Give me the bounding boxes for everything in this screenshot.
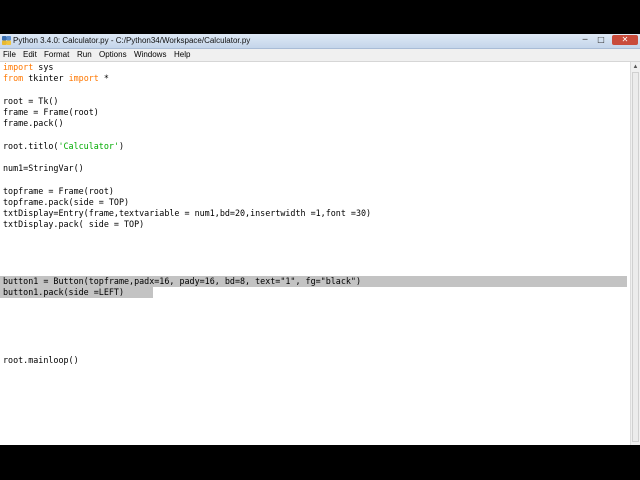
code-line: frame = Frame(root) [3, 107, 99, 117]
code-editor[interactable]: import sys from tkinter import * root = … [0, 62, 630, 445]
code-token: root.titlo( [3, 141, 59, 151]
idle-editor-window: Python 3.4.0: Calculator.py - C:/Python3… [0, 34, 640, 445]
maximize-button[interactable]: □ [594, 35, 608, 45]
menu-format[interactable]: Format [44, 49, 69, 61]
vertical-scrollbar[interactable]: ▲ [630, 62, 640, 445]
keyword-token: from [3, 73, 24, 83]
string-token: 'Calculator' [58, 141, 119, 151]
menu-run[interactable]: Run [77, 49, 92, 61]
code-line: txtDisplay=Entry(frame,textvariable = nu… [3, 208, 372, 218]
code-line: topframe = Frame(root) [3, 186, 114, 196]
code-line-selected: button1.pack(side =LEFT) [3, 287, 125, 297]
code-token: tkinter [23, 73, 69, 83]
python-app-icon [2, 36, 11, 45]
code-line: topframe.pack(side = TOP) [3, 197, 130, 207]
code-token: * [98, 73, 109, 83]
menu-file[interactable]: File [3, 49, 16, 61]
code-line: frame.pack() [3, 118, 64, 128]
title-bar[interactable]: Python 3.4.0: Calculator.py - C:/Python3… [0, 34, 640, 49]
code-line: root.mainloop() [3, 355, 79, 365]
code-line-selected: button1 = Button(topframe,padx=16, pady=… [3, 276, 361, 286]
code-token: sys [33, 62, 54, 72]
code-line: root = Tk() [3, 96, 59, 106]
close-button[interactable]: ✕ [612, 35, 638, 45]
minimize-button[interactable]: ─ [578, 35, 592, 45]
code-line: txtDisplay.pack( side = TOP) [3, 219, 145, 229]
keyword-token: import [3, 62, 34, 72]
code-line: from tkinter import * [3, 73, 109, 84]
scroll-up-arrow-icon[interactable]: ▲ [631, 63, 640, 71]
window-title: Python 3.4.0: Calculator.py - C:/Python3… [13, 36, 251, 45]
code-line: import sys [3, 62, 53, 73]
scrollbar-thumb[interactable] [632, 72, 639, 442]
code-line: num1=StringVar() [3, 163, 84, 173]
code-token: ) [118, 141, 125, 151]
menu-edit[interactable]: Edit [23, 49, 37, 61]
code-line: root.titlo('Calculator') [3, 141, 124, 152]
menu-help[interactable]: Help [174, 49, 190, 61]
menu-bar: File Edit Format Run Options Windows Hel… [0, 49, 640, 62]
menu-options[interactable]: Options [99, 49, 127, 61]
menu-windows[interactable]: Windows [134, 49, 166, 61]
keyword-token: import [68, 73, 99, 83]
